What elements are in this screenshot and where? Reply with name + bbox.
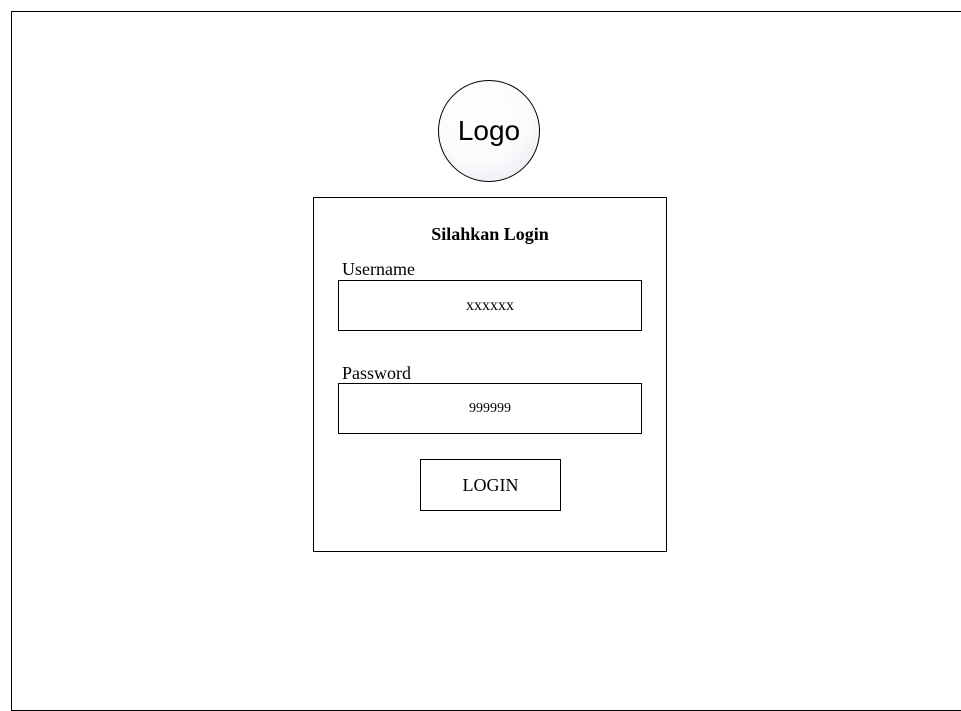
- login-button-label: LOGIN: [462, 474, 519, 495]
- username-value: xxxxxx: [466, 296, 514, 314]
- login-title: Silahkan Login: [431, 224, 549, 244]
- logo: Logo: [438, 80, 540, 182]
- username-label: Username: [342, 259, 415, 279]
- login-button[interactable]: LOGIN: [420, 459, 561, 511]
- password-value: 999999: [469, 400, 511, 416]
- password-label: Password: [342, 363, 412, 383]
- username-field[interactable]: xxxxxx: [338, 280, 642, 331]
- login-form: Silahkan Login Username xxxxxx Password …: [313, 197, 667, 552]
- logo-label: Logo: [457, 115, 521, 146]
- password-field[interactable]: 999999: [338, 383, 642, 434]
